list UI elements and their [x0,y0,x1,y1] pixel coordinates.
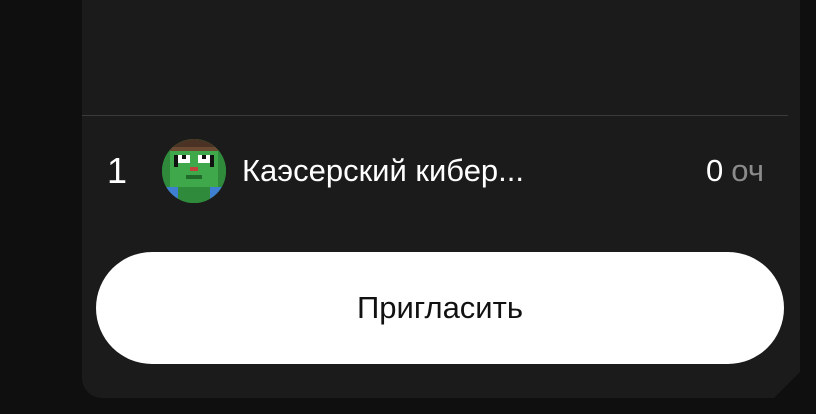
leaderboard-row[interactable]: 1 Каэсерский кибер... 0 оч [82,139,788,203]
invite-button[interactable]: Пригласить [96,252,784,364]
score: 0 оч [706,153,764,189]
divider [82,115,788,116]
corner-decoration [774,372,800,398]
rank-number: 1 [107,150,128,191]
score-value: 0 [706,153,724,188]
score-unit: оч [731,153,764,188]
pixel-zombie-avatar-icon [162,139,226,203]
player-name: Каэсерский кибер... [242,153,525,188]
leaderboard-panel: 1 Каэсерский кибер... 0 оч Пригласить [82,0,800,398]
